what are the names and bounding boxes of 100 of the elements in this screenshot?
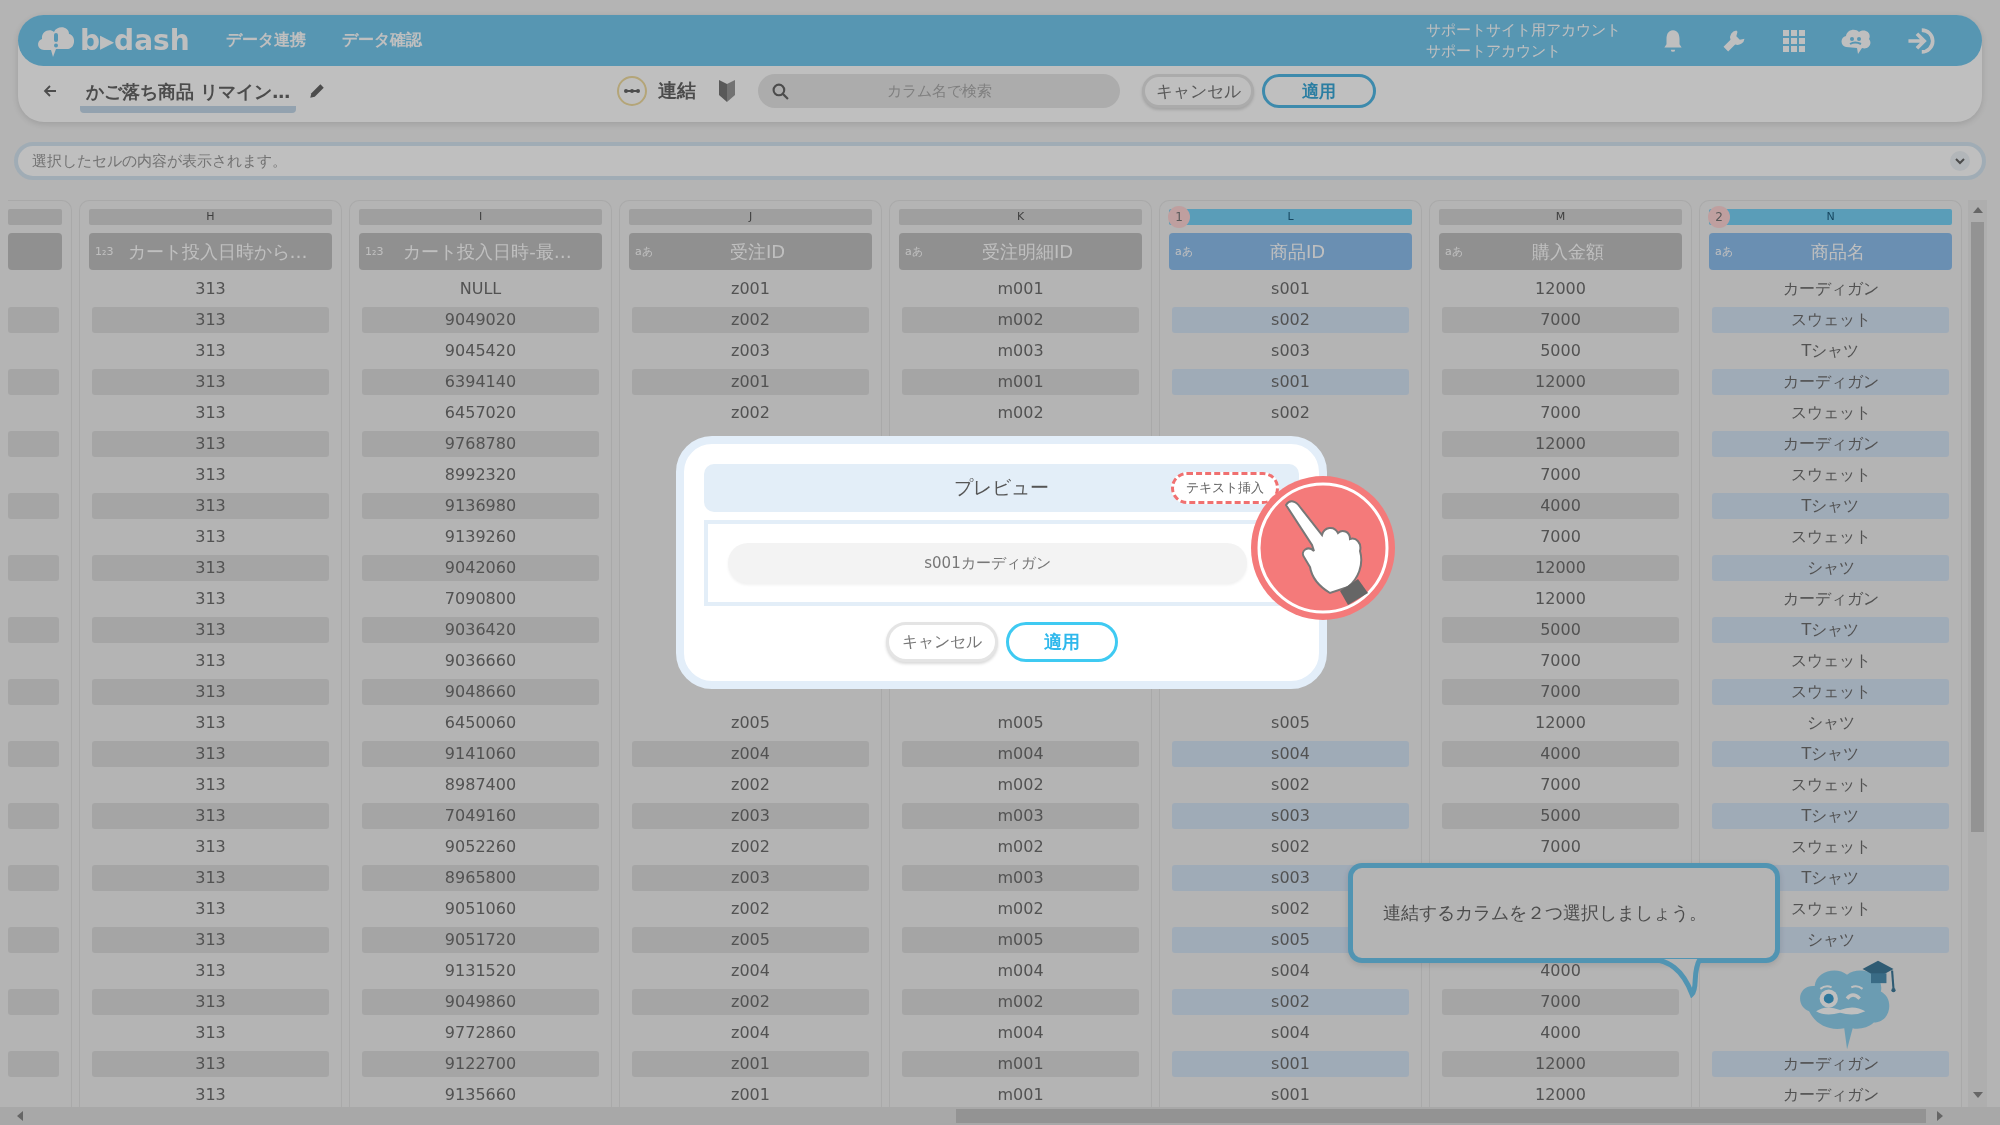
table-cell[interactable]: 9135660 <box>362 1082 599 1107</box>
table-cell[interactable]: z002 <box>632 307 869 333</box>
table-cell[interactable]: 9139260 <box>362 524 599 550</box>
table-cell[interactable]: 313 <box>92 555 329 581</box>
table-cell[interactable]: 12000 <box>1442 710 1679 736</box>
table-cell[interactable]: z001 <box>632 1051 869 1077</box>
table-cell[interactable]: 9048660 <box>362 679 599 705</box>
column-letter-bar[interactable]: I <box>359 209 602 225</box>
table-cell[interactable]: 313 <box>92 679 329 705</box>
table-cell[interactable]: Tシャツ <box>1712 338 1949 364</box>
table-cell[interactable]: s005 <box>1172 710 1409 736</box>
table-cell[interactable]: s002 <box>1172 772 1409 798</box>
table-cell[interactable]: z003 <box>632 803 869 829</box>
table-cell[interactable]: s001 <box>1172 1082 1409 1107</box>
table-cell[interactable]: 7000 <box>1442 679 1679 705</box>
table-cell[interactable]: Tシャツ <box>1712 803 1949 829</box>
table-cell[interactable]: 9141060 <box>362 741 599 767</box>
table-cell[interactable]: 313 <box>92 1051 329 1077</box>
table-cell[interactable]: s004 <box>1172 958 1409 984</box>
table-cell[interactable]: 313 <box>92 400 329 426</box>
table-cell[interactable]: 9136980 <box>362 493 599 519</box>
horizontal-scrollbar[interactable] <box>0 1107 2000 1125</box>
table-cell[interactable]: z005 <box>632 710 869 736</box>
table-cell[interactable]: 12000 <box>1442 1082 1679 1107</box>
table-cell[interactable]: m002 <box>902 896 1139 922</box>
table-cell[interactable]: m001 <box>902 276 1139 302</box>
table-cell[interactable]: 313 <box>92 772 329 798</box>
table-cell[interactable]: s002 <box>1172 989 1409 1015</box>
table-cell[interactable]: 5000 <box>1442 617 1679 643</box>
table-cell[interactable]: m004 <box>902 958 1139 984</box>
table-cell[interactable]: 9131520 <box>362 958 599 984</box>
table-cell[interactable]: z004 <box>632 958 869 984</box>
table-cell[interactable]: m002 <box>902 989 1139 1015</box>
table-cell[interactable]: 12000 <box>1442 369 1679 395</box>
table-cell[interactable]: シャツ <box>1712 710 1949 736</box>
table-cell[interactable]: 313 <box>92 462 329 488</box>
table-cell[interactable]: m003 <box>902 865 1139 891</box>
column-header[interactable]: aあ 商品ID <box>1169 233 1412 270</box>
cell-content-field[interactable]: 選択したセルの内容が表示されます。 <box>14 142 1986 180</box>
table-cell[interactable]: 4000 <box>1442 741 1679 767</box>
table-cell[interactable]: スウェット <box>1712 400 1949 426</box>
table-cell[interactable]: s002 <box>1172 307 1409 333</box>
table-cell[interactable]: 313 <box>92 648 329 674</box>
table-cell[interactable]: 313 <box>92 617 329 643</box>
column-header[interactable]: aあ 商品名 <box>1709 233 1952 270</box>
table-cell[interactable]: カーディガン <box>1712 369 1949 395</box>
table-cell[interactable]: NULL <box>362 276 599 302</box>
document-title[interactable]: かご落ち商品 リマイン… <box>80 75 297 113</box>
table-cell[interactable]: スウェット <box>1712 834 1949 860</box>
table-cell[interactable]: z001 <box>632 369 869 395</box>
table-cell[interactable]: z002 <box>632 896 869 922</box>
back-arrow-icon[interactable] <box>42 83 58 99</box>
table-cell[interactable]: z002 <box>632 989 869 1015</box>
table-cell[interactable]: 9036660 <box>362 648 599 674</box>
table-cell[interactable]: s003 <box>1172 803 1409 829</box>
apps-grid-icon[interactable] <box>1782 28 1806 53</box>
table-cell[interactable]: スウェット <box>1712 648 1949 674</box>
table-cell[interactable]: z004 <box>632 1020 869 1046</box>
table-cell[interactable]: 9049020 <box>362 307 599 333</box>
table-cell[interactable]: Tシャツ <box>1712 741 1949 767</box>
table-cell[interactable]: カーディガン <box>1712 276 1949 302</box>
table-cell[interactable]: m004 <box>902 1020 1139 1046</box>
apply-button[interactable]: 適用 <box>1262 74 1377 108</box>
scroll-right-icon[interactable] <box>1936 1111 1944 1121</box>
table-cell[interactable]: カーディガン <box>1712 1082 1949 1107</box>
scroll-down-icon[interactable] <box>1972 1091 1983 1099</box>
table-cell[interactable]: m002 <box>902 772 1139 798</box>
table-cell[interactable]: スウェット <box>1712 772 1949 798</box>
table-cell[interactable]: m003 <box>902 803 1139 829</box>
table-cell[interactable]: z001 <box>632 1082 869 1107</box>
table-cell[interactable]: m002 <box>902 400 1139 426</box>
table-cell[interactable]: 9049860 <box>362 989 599 1015</box>
table-cell[interactable]: 7049160 <box>362 803 599 829</box>
table-cell[interactable]: m005 <box>902 710 1139 736</box>
table-cell[interactable]: z003 <box>632 338 869 364</box>
table-cell[interactable]: 313 <box>92 431 329 457</box>
table-cell[interactable]: 7000 <box>1442 462 1679 488</box>
table-cell[interactable]: s001 <box>1172 369 1409 395</box>
table-cell[interactable]: 313 <box>92 586 329 612</box>
table-cell[interactable]: 7000 <box>1442 400 1679 426</box>
table-cell[interactable]: カーディガン <box>1712 586 1949 612</box>
table-cell[interactable]: 9122700 <box>362 1051 599 1077</box>
table-cell[interactable]: 12000 <box>1442 586 1679 612</box>
table-cell[interactable]: カーディガン <box>1712 1051 1949 1077</box>
table-cell[interactable]: 9051720 <box>362 927 599 953</box>
table-cell[interactable]: s004 <box>1172 1020 1409 1046</box>
table-cell[interactable]: m002 <box>902 307 1139 333</box>
table-cell[interactable]: s002 <box>1172 400 1409 426</box>
column-letter-bar[interactable]: J <box>629 209 872 225</box>
table-cell[interactable]: s002 <box>1172 834 1409 860</box>
table-cell[interactable]: 313 <box>92 1020 329 1046</box>
table-cell[interactable]: 313 <box>92 338 329 364</box>
table-cell[interactable]: s003 <box>1172 338 1409 364</box>
table-cell[interactable]: z002 <box>632 772 869 798</box>
table-cell[interactable]: シャツ <box>1712 555 1949 581</box>
table-cell[interactable]: 5000 <box>1442 338 1679 364</box>
scroll-up-icon[interactable] <box>1972 206 1983 214</box>
column-letter-bar[interactable]: M <box>1439 209 1682 225</box>
table-cell[interactable]: 5000 <box>1442 803 1679 829</box>
table-cell[interactable]: m001 <box>902 1082 1139 1107</box>
